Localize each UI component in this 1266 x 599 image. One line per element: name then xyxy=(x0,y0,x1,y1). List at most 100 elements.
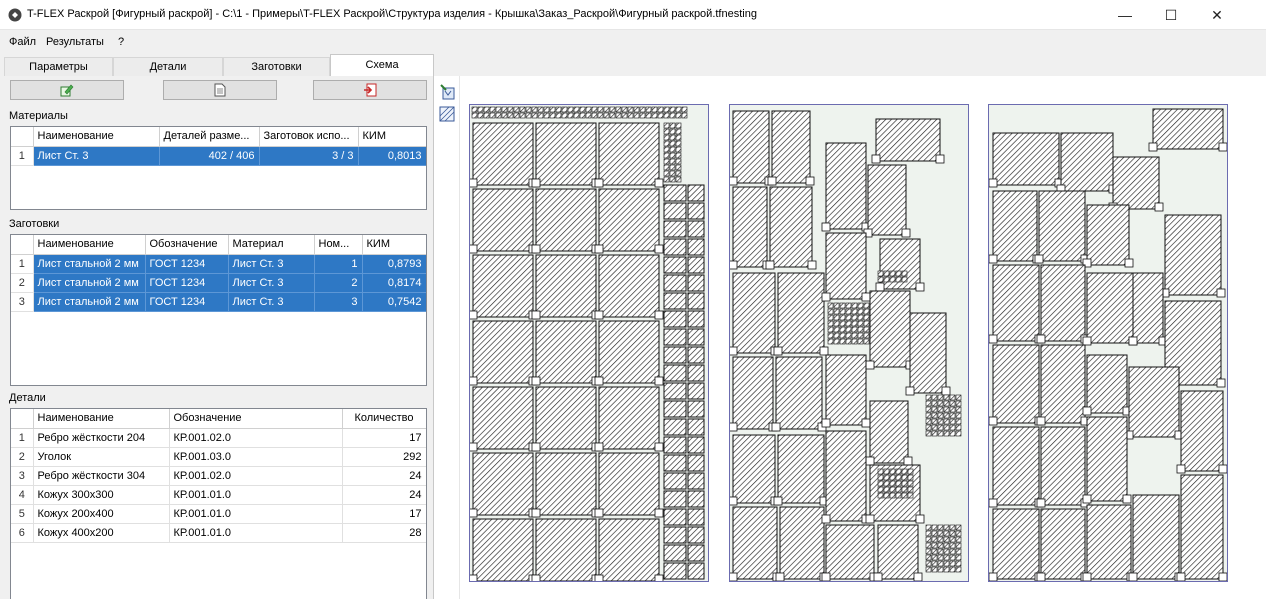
small-part[interactable] xyxy=(669,134,676,141)
small-part[interactable] xyxy=(633,106,640,113)
nested-part[interactable] xyxy=(992,132,1060,186)
small-part[interactable] xyxy=(663,146,670,153)
small-part[interactable] xyxy=(507,106,514,113)
small-part[interactable] xyxy=(857,314,864,321)
small-part[interactable] xyxy=(955,412,962,419)
small-part[interactable] xyxy=(833,308,840,315)
small-part[interactable] xyxy=(663,170,670,177)
small-part[interactable] xyxy=(603,112,610,119)
small-part[interactable] xyxy=(925,406,932,413)
small-part[interactable] xyxy=(833,314,840,321)
rib-part[interactable] xyxy=(687,400,705,418)
small-part[interactable] xyxy=(907,486,914,493)
small-part[interactable] xyxy=(937,536,944,543)
small-part[interactable] xyxy=(857,320,864,327)
nested-part[interactable] xyxy=(1086,504,1132,580)
small-part[interactable] xyxy=(907,480,914,487)
small-part[interactable] xyxy=(949,412,956,419)
small-part[interactable] xyxy=(943,530,950,537)
small-part[interactable] xyxy=(839,314,846,321)
small-part[interactable] xyxy=(943,542,950,549)
small-part[interactable] xyxy=(845,314,852,321)
small-part[interactable] xyxy=(827,302,834,309)
small-part[interactable] xyxy=(955,536,962,543)
small-part[interactable] xyxy=(833,332,840,339)
small-part[interactable] xyxy=(669,176,676,183)
menu-help[interactable]: ? xyxy=(118,36,124,48)
small-part[interactable] xyxy=(531,106,538,113)
nested-part[interactable] xyxy=(869,400,909,464)
nested-part[interactable] xyxy=(535,518,597,582)
small-part[interactable] xyxy=(483,112,490,119)
small-part[interactable] xyxy=(603,106,610,113)
small-part[interactable] xyxy=(851,326,858,333)
small-part[interactable] xyxy=(597,112,604,119)
small-part[interactable] xyxy=(845,326,852,333)
small-part[interactable] xyxy=(931,400,938,407)
small-part[interactable] xyxy=(675,112,682,119)
nested-part[interactable] xyxy=(1180,390,1224,472)
small-part[interactable] xyxy=(851,314,858,321)
small-part[interactable] xyxy=(579,112,586,119)
small-part[interactable] xyxy=(949,542,956,549)
nested-part[interactable] xyxy=(875,118,941,162)
nested-part[interactable] xyxy=(535,122,597,186)
small-part[interactable] xyxy=(675,164,682,171)
small-part[interactable] xyxy=(895,474,902,481)
nested-part[interactable] xyxy=(777,434,825,504)
rib-part[interactable] xyxy=(663,472,687,490)
nested-part[interactable] xyxy=(535,452,597,516)
small-part[interactable] xyxy=(531,112,538,119)
rib-part[interactable] xyxy=(687,202,705,220)
rib-part[interactable] xyxy=(663,508,687,526)
rib-part[interactable] xyxy=(663,436,687,454)
col-number[interactable]: Ном... xyxy=(314,235,363,255)
small-part[interactable] xyxy=(949,430,956,437)
nested-part[interactable] xyxy=(732,272,776,354)
small-part[interactable] xyxy=(851,332,858,339)
small-part[interactable] xyxy=(863,302,870,309)
nested-part[interactable] xyxy=(867,164,907,236)
nested-part[interactable] xyxy=(1086,354,1128,414)
nested-part[interactable] xyxy=(598,254,660,318)
small-part[interactable] xyxy=(663,140,670,147)
nested-part[interactable] xyxy=(472,386,534,450)
rib-part[interactable] xyxy=(663,238,687,256)
rib-part[interactable] xyxy=(663,256,687,274)
small-part[interactable] xyxy=(663,176,670,183)
small-part[interactable] xyxy=(889,276,896,283)
small-part[interactable] xyxy=(937,566,944,573)
col-designation[interactable]: Обозначение xyxy=(145,235,229,255)
small-part[interactable] xyxy=(549,112,556,119)
small-part[interactable] xyxy=(669,170,676,177)
small-part[interactable] xyxy=(931,406,938,413)
small-part[interactable] xyxy=(931,524,938,531)
small-part[interactable] xyxy=(609,106,616,113)
small-part[interactable] xyxy=(663,112,670,119)
small-part[interactable] xyxy=(925,424,932,431)
small-part[interactable] xyxy=(657,106,664,113)
nested-part[interactable] xyxy=(825,142,867,230)
small-part[interactable] xyxy=(615,112,622,119)
small-part[interactable] xyxy=(955,566,962,573)
small-part[interactable] xyxy=(955,418,962,425)
small-part[interactable] xyxy=(489,106,496,113)
small-part[interactable] xyxy=(839,326,846,333)
tab-parameters[interactable]: Параметры xyxy=(4,57,113,76)
col-blanks-used[interactable]: Заготовок испо... xyxy=(259,127,359,147)
small-part[interactable] xyxy=(949,566,956,573)
layout-view-icon[interactable] xyxy=(439,106,455,122)
small-part[interactable] xyxy=(937,412,944,419)
small-part[interactable] xyxy=(877,276,884,283)
small-part[interactable] xyxy=(669,122,676,129)
small-part[interactable] xyxy=(949,406,956,413)
small-part[interactable] xyxy=(877,270,884,277)
rib-part[interactable] xyxy=(687,184,705,202)
small-part[interactable] xyxy=(943,424,950,431)
small-part[interactable] xyxy=(669,146,676,153)
small-part[interactable] xyxy=(883,492,890,499)
small-part[interactable] xyxy=(925,542,932,549)
nested-part[interactable] xyxy=(535,254,597,318)
small-part[interactable] xyxy=(907,492,914,499)
col-designation[interactable]: Обозначение xyxy=(169,409,343,429)
